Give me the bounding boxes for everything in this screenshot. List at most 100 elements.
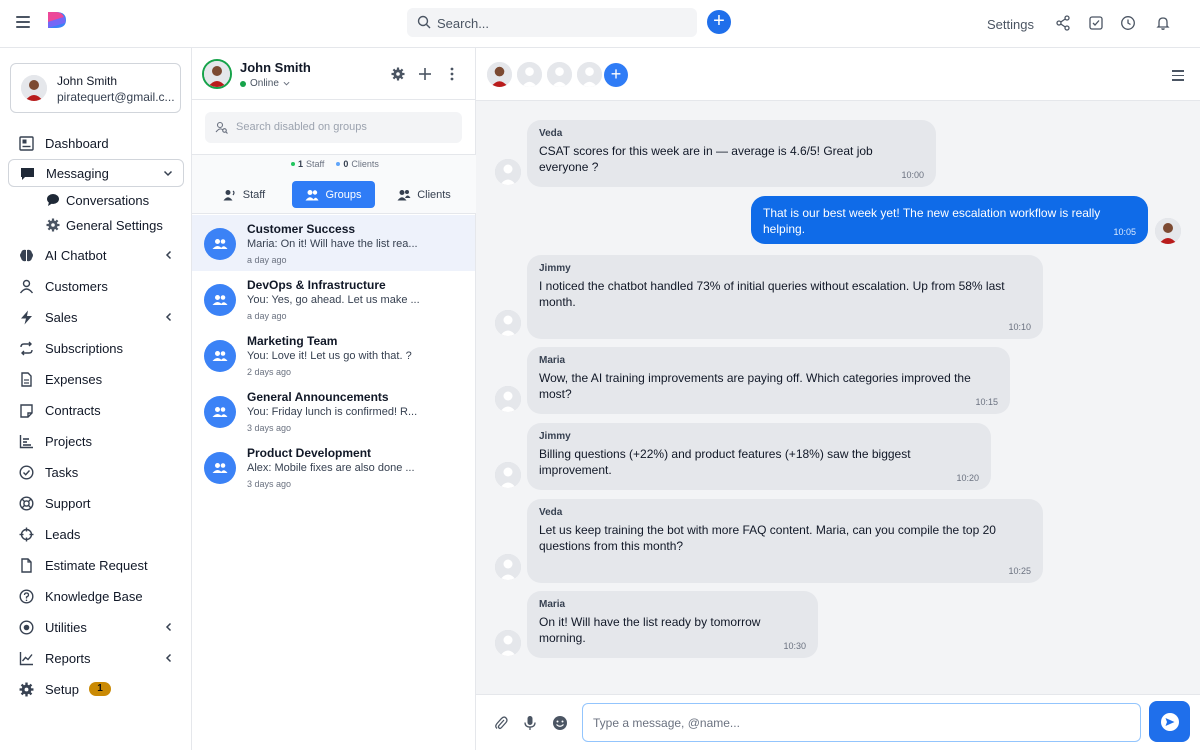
share-icon[interactable] [1055, 15, 1071, 31]
plus-icon[interactable] [418, 67, 432, 81]
bell-icon[interactable] [1155, 15, 1171, 31]
message-text: Wow, the AI training improvements are pa… [539, 371, 971, 401]
sidebar-item-dashboard[interactable]: Dashboard [8, 130, 184, 156]
message-avatar [495, 630, 521, 656]
tab-groups[interactable]: Groups [292, 181, 375, 208]
target-icon [18, 619, 34, 635]
sidebar-item-setup[interactable]: Setup 1 [8, 676, 184, 702]
avatar[interactable] [202, 59, 232, 89]
sidebar-item-contracts[interactable]: Contracts [8, 397, 184, 423]
chat-icon [19, 165, 35, 181]
user-card[interactable]: John Smith piratequert@gmail.c... [10, 63, 181, 113]
checkbox-icon[interactable] [1088, 15, 1104, 31]
participant-avatar[interactable] [545, 60, 574, 89]
add-participant-button[interactable]: + [604, 63, 628, 87]
conversation-item[interactable]: Customer Success Maria: On it! Will have… [192, 215, 475, 271]
sidebar-item-tasks[interactable]: Tasks [8, 459, 184, 485]
conversation-preview: You: Friday lunch is confirmed! R... [247, 406, 418, 418]
conversation-item[interactable]: Marketing Team You: Love it! Let us go w… [192, 327, 475, 383]
sidebar-item-expenses[interactable]: Expenses [8, 366, 184, 392]
conversation-item[interactable]: DevOps & Infrastructure You: Yes, go ahe… [192, 271, 475, 327]
sidebar-item-messaging[interactable]: Messaging [8, 159, 184, 187]
microphone-icon[interactable] [522, 715, 538, 731]
conversation-list-panel: John Smith Online Search disabled on gro… [192, 48, 476, 750]
user-icon [223, 189, 235, 200]
sidebar-item-reports[interactable]: Reports [8, 645, 184, 671]
user-icon [18, 278, 34, 294]
conversation-tabs-area: 1 Staff 0 Clients Staff Groups Clients [192, 154, 476, 214]
sidebar-item-estimate-request[interactable]: Estimate Request [8, 552, 184, 578]
participant-avatar[interactable] [485, 60, 514, 89]
sidebar-item-subscriptions[interactable]: Subscriptions [8, 335, 184, 361]
message-input[interactable] [583, 704, 1140, 741]
top-bar: Search... + Settings [0, 0, 1200, 48]
tab-staff[interactable]: Staff [214, 181, 274, 208]
status-dropdown[interactable]: Online [240, 78, 290, 89]
sidebar-item-customers[interactable]: Customers [8, 273, 184, 299]
sidebar-item-label: Knowledge Base [45, 588, 143, 604]
message-sender: Maria [539, 355, 566, 366]
clock-icon[interactable] [1120, 15, 1136, 31]
sidebar-item-ai-chatbot[interactable]: AI Chatbot [8, 242, 184, 268]
conversation-item[interactable]: General Announcements You: Friday lunch … [192, 383, 475, 439]
paperclip-icon[interactable] [493, 715, 509, 731]
user-name: John Smith [57, 74, 118, 88]
question-icon [18, 588, 34, 604]
staff-dot-icon [291, 162, 295, 166]
emoji-icon[interactable] [552, 715, 568, 731]
sidebar-item-leads[interactable]: Leads [8, 521, 184, 547]
message-avatar [1155, 218, 1181, 244]
conversation-preview: You: Yes, go ahead. Let us make ... [247, 294, 420, 306]
settings-link[interactable]: Settings [987, 17, 1034, 32]
chevron-left-icon [164, 622, 174, 635]
chat-menu-icon[interactable] [1172, 70, 1184, 84]
quick-add-button[interactable]: + [707, 10, 731, 34]
message-avatar [495, 462, 521, 488]
message-bubble: Maria Wow, the AI training improvements … [527, 347, 1010, 414]
current-user-name: John Smith [240, 60, 311, 75]
message-bubble: Veda Let us keep training the bot with m… [527, 499, 1043, 583]
search-placeholder: Search... [437, 16, 490, 31]
clients-count: 0 [343, 159, 349, 169]
conversation-item[interactable]: Product Development Alex: Mobile fixes a… [192, 439, 475, 495]
sidebar-item-label: Expenses [45, 371, 103, 387]
subnav-item-general-settings[interactable]: General Settings [46, 215, 163, 235]
subnav-item-conversations[interactable]: Conversations [46, 190, 149, 210]
conversation-panel-header: John Smith Online [192, 48, 476, 100]
gear-icon[interactable] [391, 67, 405, 81]
sidebar-item-projects[interactable]: Projects [8, 428, 184, 454]
participant-avatar[interactable] [515, 60, 544, 89]
group-avatar [204, 396, 236, 428]
more-vertical-icon[interactable] [445, 67, 459, 81]
dashboard-icon [18, 135, 34, 151]
send-icon [1160, 712, 1179, 731]
tab-clients[interactable]: Clients [390, 181, 458, 208]
message-bubble: Jimmy I noticed the chatbot handled 73% … [527, 255, 1043, 339]
sidebar: John Smith piratequert@gmail.c... Dashbo… [0, 48, 192, 750]
message-time: 10:15 [975, 397, 998, 407]
sidebar-item-knowledge-base[interactable]: Knowledge Base [8, 583, 184, 609]
message-time: 10:25 [1008, 566, 1031, 576]
user-email: piratequert@gmail.c... [57, 90, 175, 104]
sidebar-item-label: Utilities [45, 619, 87, 635]
chevron-down-icon [163, 168, 173, 181]
sidebar-item-utilities[interactable]: Utilities [8, 614, 184, 640]
file-icon [18, 371, 34, 387]
sidebar-item-support[interactable]: Support [8, 490, 184, 516]
group-icon [212, 295, 228, 305]
chevron-left-icon [164, 312, 174, 325]
participant-avatar[interactable] [575, 60, 604, 89]
group-icon [212, 407, 228, 417]
sidebar-item-sales[interactable]: Sales [8, 304, 184, 330]
app-logo[interactable] [46, 10, 68, 30]
chart-icon [18, 433, 34, 449]
conversation-search[interactable]: Search disabled on groups [205, 112, 462, 143]
sidebar-item-label: Dashboard [45, 135, 109, 151]
tab-label: Groups [325, 188, 362, 201]
group-icon [305, 189, 319, 200]
send-button[interactable] [1149, 701, 1190, 742]
global-search[interactable]: Search... [407, 8, 697, 37]
message-bubble: Jimmy Billing questions (+22%) and produ… [527, 423, 991, 490]
hamburger-menu-icon[interactable] [16, 16, 30, 28]
conversations-icon [47, 194, 59, 206]
